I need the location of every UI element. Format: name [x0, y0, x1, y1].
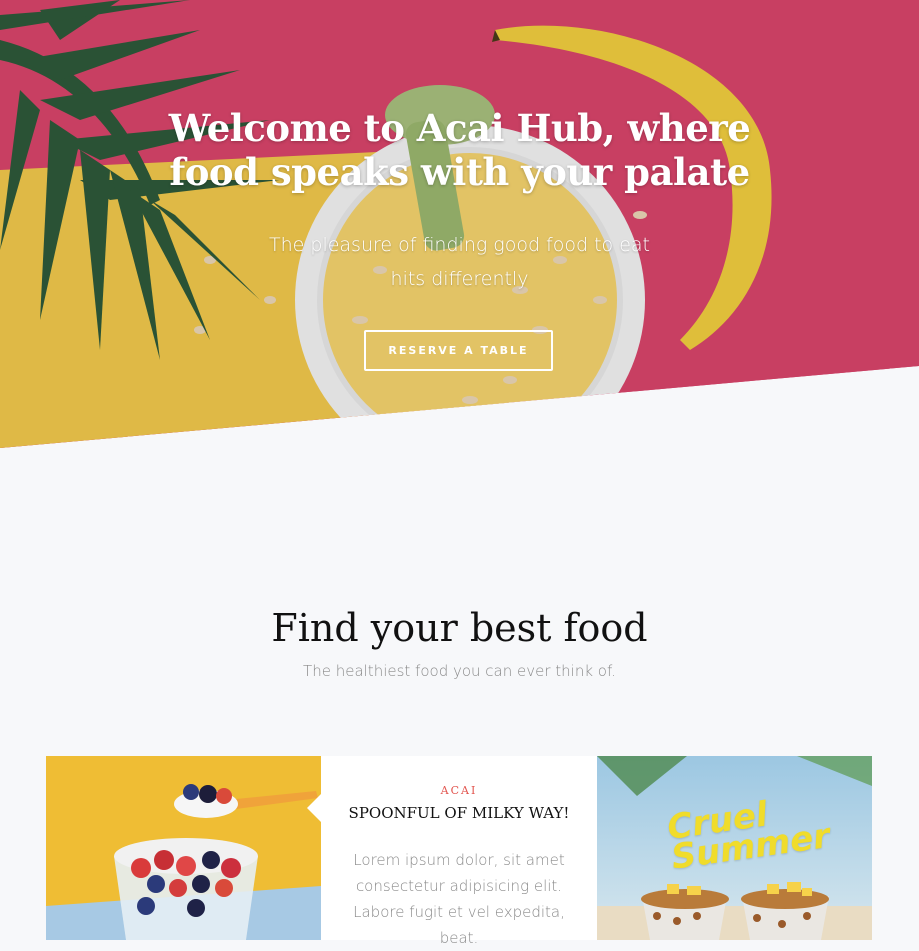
acai-bowl-illustration [46, 756, 321, 940]
card-title: SPOONFUL OF MILKY WAY! [348, 804, 570, 822]
hero-subtitle: The pleasure of finding good food to eat… [269, 234, 650, 290]
cruel-summer-caption: Cruel Summer [664, 794, 833, 878]
section-subtitle: The healthiest food you can ever think o… [303, 662, 616, 680]
hero-section: Welcome to Acai Hub, where food speaks w… [0, 0, 919, 448]
featured-item-card[interactable]: ACAI SPOONFUL OF MILKY WAY! Lorem ipsum … [321, 756, 597, 947]
hero-title: Welcome to Acai Hub, where food speaks w… [168, 106, 751, 194]
reserve-table-button[interactable]: RESERVE A TABLE [364, 330, 553, 371]
cruel-summer-image[interactable]: Cruel Summer [597, 756, 872, 940]
section-title: Find your best food [271, 606, 648, 650]
card-description: Lorem ipsum dolor, sit amet consectetur … [353, 851, 565, 947]
card-category-tag: ACAI [440, 784, 478, 797]
hero-content: Welcome to Acai Hub, where food speaks w… [0, 0, 919, 448]
acai-bowl-image[interactable] [46, 756, 321, 940]
card-pointer-arrow [307, 794, 321, 822]
